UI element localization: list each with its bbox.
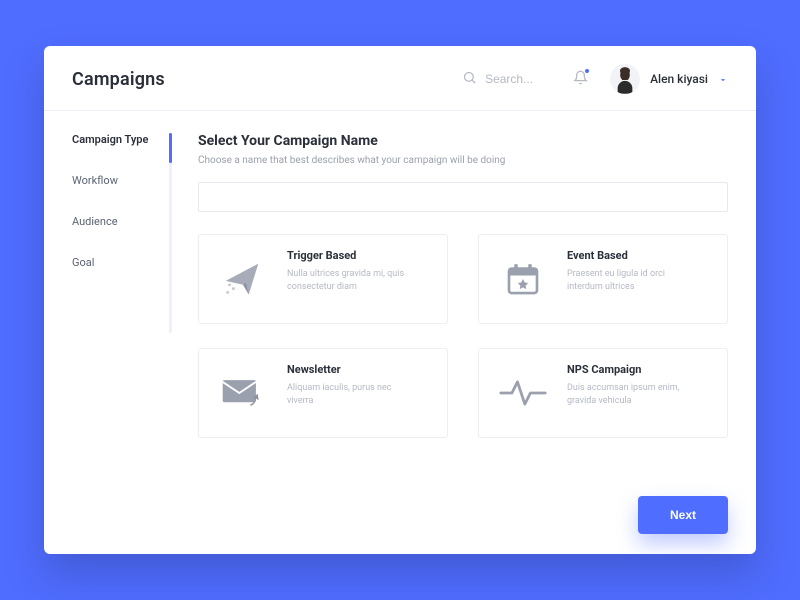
sidebar: Campaign Type Workflow Audience Goal [44,111,184,554]
sidebar-item-audience[interactable]: Audience [72,215,184,228]
search-input[interactable] [485,72,555,86]
card-newsletter[interactable]: Newsletter Aliquam iaculis, purus nec vi… [198,348,448,438]
sidebar-item-label: Audience [72,215,118,228]
sidebar-item-workflow[interactable]: Workflow [72,174,184,187]
card-grid: Trigger Based Nulla ultrices gravida mi,… [198,234,728,438]
header: Campaigns Alen kiyasi [44,46,756,111]
avatar[interactable] [610,64,640,94]
card-desc: Nulla ultrices gravida mi, quis consecte… [287,268,417,293]
page-title: Campaigns [72,69,165,90]
calendar-star-icon [493,249,553,309]
search[interactable] [462,70,555,89]
card-trigger-based[interactable]: Trigger Based Nulla ultrices gravida mi,… [198,234,448,324]
app-window: Campaigns Alen kiyasi [44,46,756,554]
notifications-button[interactable] [573,70,588,89]
search-icon [462,70,477,89]
card-title: Newsletter [287,363,417,376]
sidebar-item-goal[interactable]: Goal [72,256,184,269]
card-title: NPS Campaign [567,363,697,376]
card-event-based[interactable]: Event Based Praesent eu ligula id orci i… [478,234,728,324]
card-desc: Aliquam iaculis, purus nec viverra [287,382,417,407]
next-button[interactable]: Next [638,496,728,534]
sidebar-rail-active [169,133,172,163]
sidebar-item-label: Campaign Type [72,133,148,146]
body: Campaign Type Workflow Audience Goal Sel… [44,111,756,554]
main-subheading: Choose a name that best describes what y… [198,155,728,166]
main-heading: Select Your Campaign Name [198,133,728,149]
main: Select Your Campaign Name Choose a name … [184,111,756,554]
user-menu-toggle[interactable] [718,70,728,89]
campaign-name-input[interactable] [198,182,728,212]
notification-dot-icon [584,68,590,74]
envelope-icon [213,363,273,423]
card-desc: Duis accumsan ipsum enim, gravida vehicu… [567,382,697,407]
sidebar-item-label: Workflow [72,174,118,187]
card-title: Event Based [567,249,697,262]
card-nps-campaign[interactable]: NPS Campaign Duis accumsan ipsum enim, g… [478,348,728,438]
user-name: Alen kiyasi [650,72,708,86]
sidebar-item-campaign-type[interactable]: Campaign Type [72,133,184,146]
card-desc: Praesent eu ligula id orci interdum ultr… [567,268,697,293]
paper-plane-icon [213,249,273,309]
card-title: Trigger Based [287,249,417,262]
sidebar-item-label: Goal [72,256,94,269]
sidebar-rail [169,133,172,333]
pulse-icon [493,363,553,423]
